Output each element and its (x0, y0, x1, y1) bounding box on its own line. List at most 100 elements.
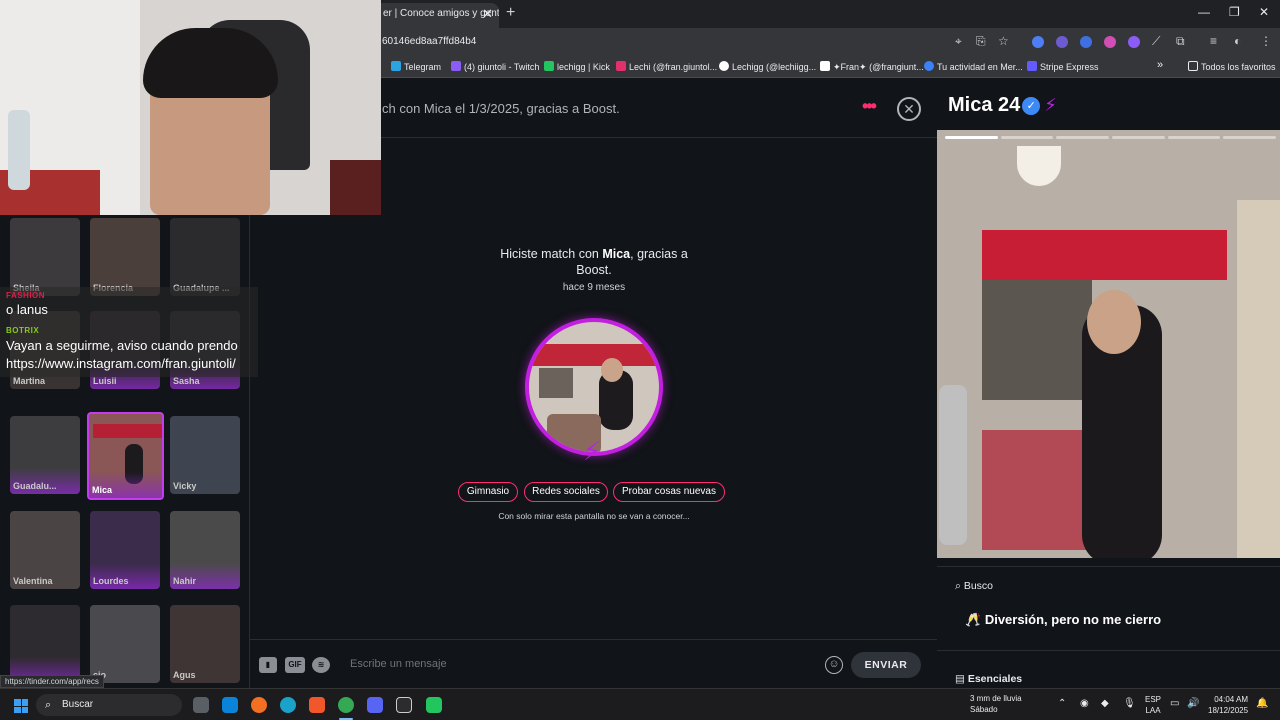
taskbar-search[interactable]: ⌕ Buscar (36, 694, 182, 716)
list-icon: ▤ (955, 673, 968, 685)
more-options-icon[interactable]: ••• (862, 96, 877, 117)
folder-icon (1188, 61, 1198, 71)
tab-close-icon[interactable]: ✕ (482, 3, 493, 25)
network-icon[interactable]: ▭ (1170, 698, 1179, 709)
bookmark-item[interactable]: Lechigg (@lechiigg... (719, 61, 816, 72)
language-indicator[interactable]: ESP LAA (1145, 694, 1161, 716)
candidate-card-active[interactable]: Mica (87, 412, 164, 500)
reading-list-icon[interactable]: ≡ (1210, 34, 1217, 48)
bookmark-item[interactable]: Lechi (@fran.giuntol... (616, 61, 717, 72)
microphone-icon[interactable]: 🎙 (1123, 698, 1136, 709)
app-icon[interactable] (426, 697, 442, 713)
candidate-card[interactable]: Vicky (170, 416, 240, 494)
divider (937, 566, 1280, 567)
profile-icon[interactable]: ◐ (1234, 34, 1241, 48)
brave-icon[interactable] (309, 697, 325, 713)
browser-tab[interactable]: er | Conoce amigos y gente ✕ (381, 3, 499, 28)
app-icon[interactable] (396, 697, 412, 713)
bookmark-item[interactable]: Telegram (391, 61, 441, 72)
tray-app-icon[interactable]: ◆ (1101, 698, 1109, 709)
looking-for-value: 🥂 Diversión, pero no me cierro (965, 612, 1162, 627)
looking-for-label: ⌕ Busco (955, 580, 993, 592)
close-chat-icon[interactable]: ✕ (897, 97, 921, 121)
new-tab-icon[interactable]: + (506, 4, 515, 22)
extension-icon[interactable] (1104, 36, 1116, 48)
extension-icon[interactable] (1032, 36, 1044, 48)
bookmark-item[interactable]: (4) giuntoli - Twitch (451, 61, 539, 72)
screen: er | Conoce amigos y gente ✕ + — ❐ ✕ 601… (0, 0, 1280, 720)
url-text[interactable]: 60146ed8aa7ffd84b4 (382, 36, 476, 47)
extensions-puzzle-icon[interactable]: ⧉ (1176, 34, 1185, 49)
message-composer: ▮ GIF ≋ ☺ ENVIAR (250, 639, 937, 688)
candidate-card[interactable]: Guadalu... (10, 416, 80, 494)
weather-widget[interactable]: 3 mm de lluvia Sábado (970, 693, 1022, 715)
telegram-icon (391, 61, 401, 71)
menu-kebab-icon[interactable]: ⋮ (1260, 34, 1272, 48)
send-button[interactable]: ENVIAR (851, 652, 921, 678)
taskbar: ⌕ Buscar 3 mm de lluvia Sábado ⌃ ◉ ◆ 🎙 ES… (0, 688, 1280, 720)
mercadolibre-icon (924, 61, 934, 71)
extension-icon[interactable]: ⟋ (1152, 34, 1160, 49)
photo-detail (539, 368, 573, 398)
chat-username: FASHION (6, 291, 46, 300)
bookmarks-overflow-icon[interactable]: » (1157, 59, 1163, 71)
photo-detail (8, 110, 30, 190)
photo-detail (1087, 290, 1141, 354)
bookmark-item[interactable]: ✦Fran✦ (@frangiunt... (820, 61, 924, 73)
extension-icon[interactable] (1080, 36, 1092, 48)
essentials-label: ▤ Esenciales (955, 673, 1023, 685)
extension-icon[interactable] (1056, 36, 1068, 48)
window-close-icon[interactable]: ✕ (1259, 5, 1269, 19)
message-input[interactable] (350, 654, 810, 674)
candidate-card[interactable]: Agus (170, 605, 240, 683)
status-url: https://tinder.com/app/recs (0, 675, 104, 688)
x-icon (820, 61, 830, 71)
minimize-icon[interactable]: — (1198, 5, 1210, 19)
chat-username: BOTRIX (6, 326, 40, 335)
chat-header-text: ch con Mica el 1/3/2025, gracias a Boost… (382, 101, 620, 116)
tray-chevron-icon[interactable]: ⌃ (1058, 698, 1066, 709)
photo-pager (945, 136, 1277, 139)
interest-pill: Redes sociales (524, 482, 608, 502)
volume-icon[interactable]: 🔊 (1187, 698, 1199, 709)
candidate-card[interactable] (10, 605, 80, 683)
edge-icon[interactable] (280, 697, 296, 713)
location-icon[interactable]: ⌖ (955, 34, 962, 49)
spotify-icon[interactable]: ≋ (312, 657, 330, 673)
candidate-card[interactable]: Sheila (10, 218, 80, 296)
boost-bolt-icon: ⚡ (1044, 95, 1057, 115)
tray-app-icon[interactable]: ◉ (1080, 698, 1089, 709)
windows-start-icon[interactable] (14, 699, 28, 713)
photo-detail (1237, 200, 1280, 558)
bookmark-star-icon[interactable]: ☆ (998, 34, 1009, 48)
profile-photo[interactable] (937, 130, 1280, 558)
chat-message: https://www.instagram.com/fran.giuntoli/ (6, 356, 236, 371)
chrome-icon[interactable] (338, 697, 354, 713)
all-bookmarks[interactable]: Todos los favoritos (1188, 61, 1276, 72)
boost-bolt-icon: ⚡ (583, 436, 602, 466)
tiktok-icon (719, 61, 729, 71)
task-view-icon[interactable] (193, 697, 209, 713)
candidate-card[interactable]: Florencia (90, 218, 160, 296)
bookmark-item[interactable]: lechigg | Kick (544, 61, 610, 72)
restore-icon[interactable]: ❐ (1229, 5, 1240, 19)
extension-icon[interactable] (1128, 36, 1140, 48)
firefox-icon[interactable] (251, 697, 267, 713)
install-app-icon[interactable]: ⎘ (976, 34, 986, 49)
bookmark-item[interactable]: Stripe Express (1027, 61, 1099, 72)
candidate-card[interactable]: Lourdes (90, 511, 160, 589)
candidate-card[interactable]: Valentina (10, 511, 80, 589)
candidate-card[interactable]: Guadalupe ... (170, 218, 240, 296)
bookmark-item[interactable]: Tu actividad en Mer... (924, 61, 1023, 72)
gif-button[interactable]: GIF (285, 657, 305, 673)
file-explorer-icon[interactable] (222, 697, 238, 713)
candidate-card[interactable]: cio (90, 605, 160, 683)
profile-name: Mica (948, 94, 993, 116)
discord-icon[interactable] (367, 697, 383, 713)
system-clock[interactable]: 04:04 AM 18/12/2025 (1208, 694, 1248, 716)
candidate-card[interactable]: Nahir (170, 511, 240, 589)
profile-age: 24 (998, 94, 1021, 116)
notifications-icon[interactable]: 🔔 (1256, 698, 1268, 709)
sticker-icon[interactable]: ▮ (259, 657, 277, 673)
emoji-icon[interactable]: ☺ (825, 656, 843, 674)
